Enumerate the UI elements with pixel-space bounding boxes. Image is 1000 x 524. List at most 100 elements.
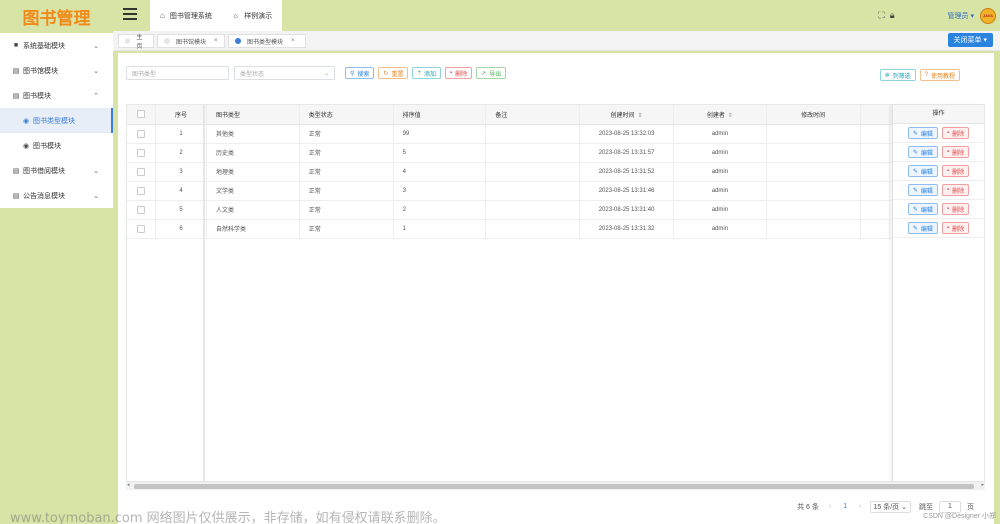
- filter-columns-button[interactable]: ✲ 列筛选: [879, 69, 916, 81]
- close-icon[interactable]: ×: [291, 38, 295, 44]
- row-checkbox-cell[interactable]: [127, 219, 157, 239]
- reset-button[interactable]: ↻ 重置: [378, 67, 409, 79]
- table-row[interactable]: 5 人文类 正常 2 2023-08-25 13:31:40 admin: [127, 200, 984, 220]
- cell-creator: admin: [673, 200, 767, 220]
- row-actions: ✎ 编辑 ▪ 删除: [907, 127, 970, 139]
- prev-page-icon[interactable]: ‹: [829, 503, 831, 510]
- edit-button[interactable]: ✎ 编辑: [907, 146, 938, 158]
- edit-button[interactable]: ✎ 编辑: [907, 165, 938, 177]
- close-icon[interactable]: ×: [214, 38, 218, 44]
- sidebar-item-book-type-module[interactable]: ◉ 图书类型模块: [0, 108, 113, 133]
- row-delete-label: 删除: [952, 169, 965, 176]
- menu-icon: ▤: [12, 92, 20, 100]
- cell-type: 自然科学类: [206, 219, 300, 239]
- sidebar-item-label: 图书模块: [33, 142, 61, 150]
- select-all-checkbox-cell[interactable]: [127, 105, 157, 125]
- row-checkbox-cell[interactable]: [127, 124, 157, 144]
- empty-row: [127, 352, 984, 371]
- tab-demo[interactable]: ☼ 样例演示: [222, 0, 282, 31]
- search-button[interactable]: ⚲ 搜索: [345, 67, 375, 79]
- admin-username[interactable]: 管理员 ▾: [948, 11, 974, 21]
- row-checkbox[interactable]: [137, 129, 146, 138]
- scroll-left-icon[interactable]: ◂: [127, 482, 130, 488]
- page-number[interactable]: 1: [843, 503, 847, 510]
- export-button[interactable]: ↗ 导出: [476, 67, 507, 79]
- edit-button[interactable]: ✎ 编辑: [907, 127, 938, 139]
- cell-no: 1: [155, 124, 208, 144]
- add-button[interactable]: + 添加: [412, 67, 441, 79]
- col-created[interactable]: 创建时间 ⇕: [579, 105, 674, 125]
- row-delete-button[interactable]: ▪ 删除: [941, 222, 970, 234]
- row-delete-button[interactable]: ▪ 删除: [941, 146, 970, 158]
- row-checkbox-cell[interactable]: [127, 162, 157, 182]
- data-table: 序号 图书类型 类型状态 排序值 备注 创建时间 ⇕ 创建者 ⇕ 修改时间 1 其他类…: [126, 104, 985, 490]
- edit-button[interactable]: ✎ 编辑: [907, 203, 938, 215]
- tutorial-label: 使用教程: [930, 73, 955, 80]
- row-checkbox[interactable]: [137, 148, 146, 157]
- chevron-icon: ⌄: [93, 192, 99, 200]
- sidebar-item-library-module[interactable]: ▤ 图书馆模块 ⌄: [0, 58, 113, 83]
- sort-icon[interactable]: ⇕: [638, 113, 643, 119]
- table-row[interactable]: 4 文学类 正常 3 2023-08-25 13:31:46 admin: [127, 181, 984, 201]
- empty-cell: [127, 371, 984, 390]
- cell-modified: [766, 124, 861, 144]
- col-creator[interactable]: 创建者 ⇕: [673, 105, 767, 125]
- delete-button[interactable]: ▪ 删除: [445, 67, 473, 79]
- cell-creator: admin: [673, 219, 767, 239]
- next-page-icon[interactable]: ›: [859, 503, 861, 510]
- table-row[interactable]: 2 历史类 正常 5 2023-08-25 13:31:57 admin: [127, 143, 984, 163]
- cell-no: 5: [155, 200, 208, 220]
- hamburger-menu-icon[interactable]: [123, 8, 137, 22]
- cell-status: 正常: [299, 219, 394, 239]
- scrollbar-thumb[interactable]: [134, 484, 974, 489]
- table-row[interactable]: 3 地理类 正常 4 2023-08-25 13:31:52 admin: [127, 162, 984, 182]
- row-delete-button[interactable]: ▪ 删除: [941, 184, 970, 196]
- page-size-select[interactable]: 15 条/页 ⌄: [869, 500, 911, 513]
- tag-book-type-module-label: 图书类型模块: [247, 39, 284, 46]
- sidebar-item-book-submodule[interactable]: ◉ 图书模块: [0, 133, 113, 158]
- sidebar-item-book-borrow-module[interactable]: ▤ 图书借阅模块 ⌄: [0, 158, 113, 183]
- question-icon: ?: [924, 72, 928, 78]
- cell-note: [485, 181, 581, 201]
- sidebar-item-system-base-module[interactable]: ■ 系统基础模块 ⌄: [0, 33, 113, 58]
- empty-cell: [127, 238, 984, 257]
- edit-button-label: 编辑: [920, 207, 933, 214]
- scroll-right-icon[interactable]: ▸: [981, 482, 984, 488]
- horizontal-scrollbar[interactable]: ◂ ▸: [126, 481, 985, 490]
- close-menu-button[interactable]: 关闭菜单 ▾: [947, 33, 993, 47]
- sidebar-item-book-module[interactable]: ▤ 图书模块 ⌃: [0, 83, 113, 108]
- fullscreen-icon[interactable]: ⛶: [878, 10, 884, 21]
- row-checkbox-cell[interactable]: [127, 181, 157, 201]
- table-row[interactable]: 1 其他类 正常 99 2023-08-25 13:32:03 admin: [127, 124, 984, 144]
- tag-book-type-module[interactable]: 图书类型模块 ×: [228, 34, 306, 48]
- book-type-input[interactable]: 图书类型: [126, 66, 229, 80]
- sort-icon[interactable]: ⇕: [728, 113, 733, 119]
- row-delete-button[interactable]: ▪ 删除: [941, 127, 970, 139]
- select-all-checkbox[interactable]: [137, 110, 146, 119]
- row-checkbox[interactable]: [137, 205, 146, 214]
- row-delete-button[interactable]: ▪ 删除: [941, 165, 970, 177]
- type-status-select[interactable]: 类型状态 ⌄: [234, 66, 335, 80]
- edit-button-label: 编辑: [920, 169, 933, 176]
- ops-row: ✎ 编辑 ▪ 删除: [893, 219, 984, 238]
- lock-icon[interactable]: 🔒︎: [890, 10, 895, 21]
- row-checkbox-cell[interactable]: [127, 200, 157, 220]
- row-checkbox[interactable]: [137, 167, 146, 176]
- tab-home[interactable]: ⌂ 图书管理系统: [150, 0, 222, 31]
- row-checkbox[interactable]: [137, 186, 146, 195]
- toolbar-right: ✲ 列筛选 ? 使用教程: [879, 69, 964, 81]
- tag-library-module[interactable]: 图书馆模块 ×: [157, 34, 225, 48]
- sidebar-item-notice-module[interactable]: ▤ 公告消息模块 ⌄: [0, 183, 113, 208]
- ops-row: ✎ 编辑 ▪ 删除: [893, 124, 984, 143]
- edit-icon: ✎: [912, 168, 918, 175]
- avatar[interactable]: JAVA: [980, 7, 996, 24]
- table: 序号 图书类型 类型状态 排序值 备注 创建时间 ⇕ 创建者 ⇕ 修改时间 1 其他类…: [127, 105, 984, 466]
- row-delete-button[interactable]: ▪ 删除: [941, 203, 970, 215]
- edit-button[interactable]: ✎ 编辑: [907, 184, 938, 196]
- tutorial-button[interactable]: ? 使用教程: [919, 69, 960, 81]
- tag-home[interactable]: 主页: [118, 34, 154, 50]
- table-row[interactable]: 6 自然科学类 正常 1 2023-08-25 13:31:32 admin: [127, 219, 984, 239]
- edit-button[interactable]: ✎ 编辑: [907, 222, 938, 234]
- row-checkbox-cell[interactable]: [127, 143, 157, 163]
- row-checkbox[interactable]: [137, 224, 146, 233]
